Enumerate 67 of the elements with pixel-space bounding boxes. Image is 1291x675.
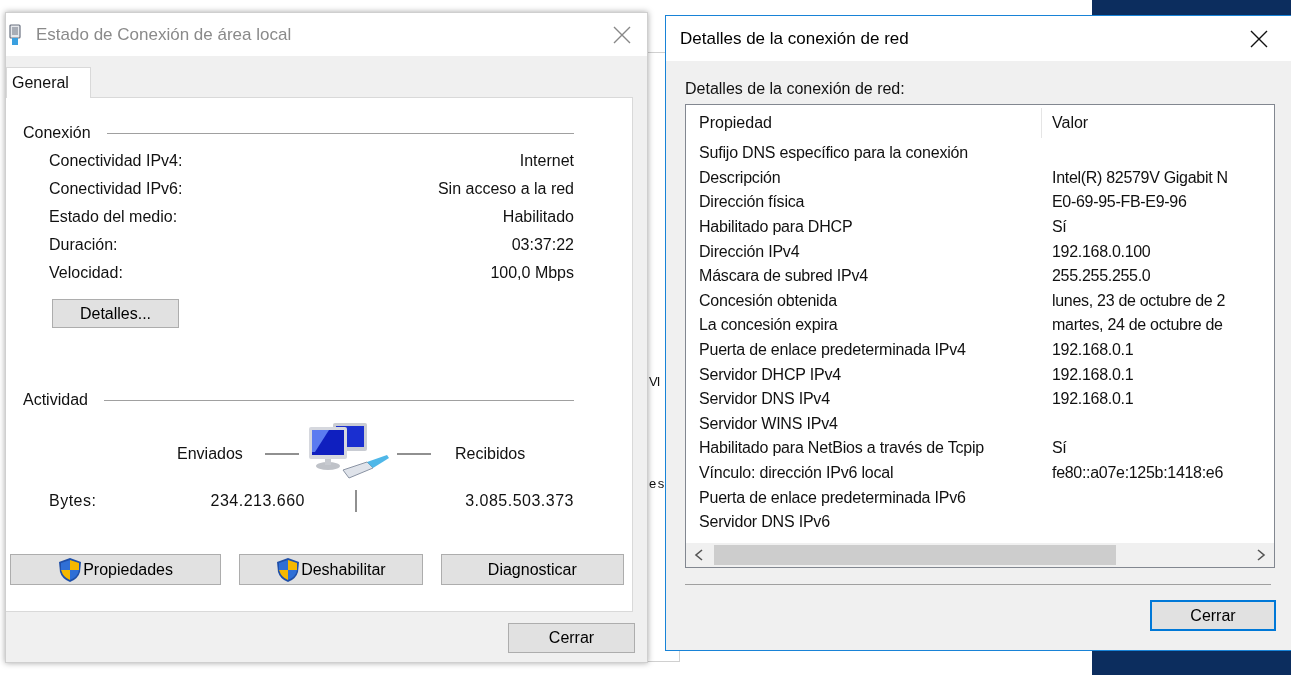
shield-icon — [58, 556, 83, 583]
partial-text: VI — [649, 373, 660, 391]
property-cell-text: Puerta de enlace predeterminada IPv4 — [698, 340, 967, 361]
value-cell-text: 255.255.255.0 — [1052, 266, 1151, 287]
shield-icon — [276, 556, 301, 583]
sent-label: Enviados — [177, 444, 244, 464]
value-cell-text: 192.168.0.1 — [1052, 364, 1134, 385]
value-cell-text: E0-69-95-FB-E9-96 — [1052, 192, 1187, 213]
property-cell-text: Dirección IPv4 — [698, 241, 801, 262]
value-cell-text: Sí — [1052, 438, 1067, 459]
section-title: Conexión — [23, 123, 91, 143]
horizontal-scrollbar[interactable] — [686, 543, 1274, 567]
window-title: Detalles de la conexión de red — [680, 27, 910, 50]
field-value: Internet — [519, 151, 574, 171]
close-icon[interactable] — [1250, 29, 1268, 48]
value-cell-text: Intel(R) 82579V Gigabit N — [1052, 167, 1228, 188]
property-cell-text: Máscara de subred IPv4 — [698, 266, 870, 287]
field-label: Estado del medio: — [49, 207, 178, 227]
property-cell-text: Descripción — [698, 167, 782, 188]
scrollbar-thumb[interactable] — [714, 545, 1116, 565]
received-bytes: 3.085.503.373 — [464, 491, 574, 511]
scroll-left-icon[interactable] — [694, 549, 704, 561]
field-value: 100,0 Mbps — [490, 263, 574, 283]
value-cell-text: martes, 24 de octubre de — [1052, 315, 1223, 336]
property-cell-text: La concesión expira — [698, 315, 839, 336]
value-cell-text: fe80::a07e:125b:1418:e6 — [1052, 463, 1224, 483]
value-cell-text: 192.168.0.1 — [1052, 389, 1134, 410]
property-cell-text: Servidor DNS IPv4 — [698, 389, 831, 410]
close-button[interactable]: Cerrar — [1150, 600, 1276, 631]
shield-button[interactable]: Propiedades — [10, 554, 222, 585]
tab[interactable]: General — [6, 67, 91, 98]
field-label: Conectividad IPv6: — [49, 179, 183, 199]
property-cell-text: Servidor WINS IPv4 — [698, 413, 839, 434]
list-caption: Detalles de la conexión de red: — [685, 79, 906, 99]
property-cell-text: Habilitado para NetBios a través de Tcpip — [698, 438, 985, 459]
value-cell-text: 192.168.0.1 — [1052, 340, 1134, 361]
close-button[interactable]: Cerrar — [508, 623, 635, 653]
action-button[interactable]: Diagnosticar — [440, 554, 624, 585]
section-title: Actividad — [23, 390, 88, 410]
property-cell-text: Puerta de enlace predeterminada IPv6 — [698, 487, 967, 508]
scroll-right-icon[interactable] — [1256, 549, 1266, 561]
column-header[interactable]: Propiedad — [686, 108, 1042, 138]
field-value: Sin acceso a la red — [437, 179, 574, 199]
property-cell-text: Sufijo DNS específico para la conexión — [698, 143, 969, 164]
window-title: Estado de Conexión de área local — [36, 23, 293, 46]
field-value: 03:37:22 — [511, 235, 574, 255]
value-cell-text: 192.168.0.100 — [1052, 241, 1151, 262]
details-button[interactable]: Detalles... — [52, 299, 179, 328]
property-cell-text: Habilitado para DHCP — [698, 217, 854, 238]
property-cell-text: Servidor DHCP IPv4 — [698, 364, 842, 385]
received-label: Recibidos — [455, 444, 526, 464]
field-label: Velocidad: — [49, 263, 123, 283]
value-cell-text: Sí — [1052, 217, 1067, 238]
field-label: Conectividad IPv4: — [49, 151, 183, 171]
property-cell-text: Concesión obtenida — [698, 290, 838, 311]
field-value: Habilitado — [502, 207, 574, 227]
column-header[interactable]: Valor — [1042, 111, 1089, 135]
field-label: Duración: — [49, 235, 118, 255]
property-cell-text: Dirección física — [698, 192, 806, 213]
network-adapter-icon — [8, 23, 22, 46]
shield-button[interactable]: Deshabilitar — [239, 554, 423, 585]
value-cell-text: lunes, 23 de octubre de 2 — [1052, 290, 1226, 311]
property-cell-text: Vínculo: dirección IPv6 local — [698, 463, 895, 483]
partial-text: e s — [649, 475, 664, 493]
property-cell-text: Servidor DNS IPv6 — [698, 512, 831, 533]
bytes-label: Bytes: — [49, 491, 98, 511]
sent-bytes: 234.213.660 — [209, 491, 305, 511]
